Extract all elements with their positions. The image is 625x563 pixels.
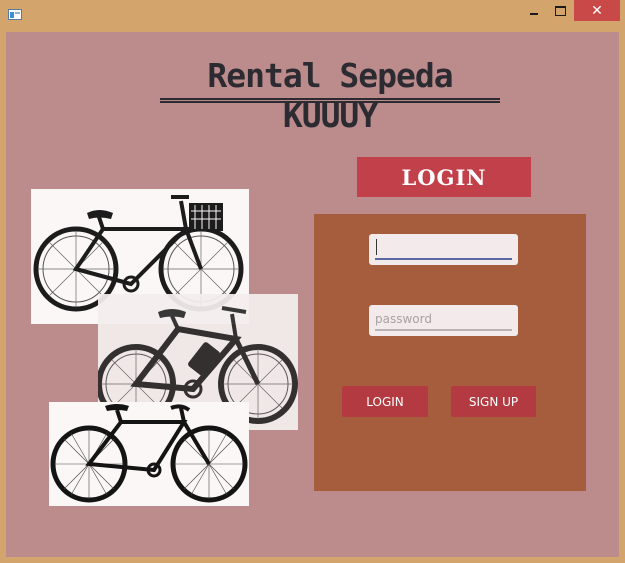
username-field[interactable] — [369, 234, 518, 265]
close-button[interactable]: ✕ — [574, 0, 620, 21]
maximize-button[interactable] — [547, 0, 574, 21]
bicycle-icon — [50, 404, 248, 503]
username-input[interactable] — [375, 237, 509, 258]
password-field[interactable] — [369, 305, 518, 336]
road-bike-photo — [49, 402, 249, 506]
text-cursor — [376, 239, 377, 255]
username-underline — [375, 258, 512, 260]
window-titlebar[interactable]: ✕ — [0, 0, 625, 26]
minimize-button[interactable] — [520, 0, 547, 21]
password-input[interactable] — [375, 308, 509, 329]
signup-button[interactable]: SIGN UP — [451, 386, 536, 417]
maximize-icon — [555, 5, 566, 16]
login-header: LOGIN — [357, 157, 531, 197]
title-underline — [160, 98, 500, 103]
minimize-icon — [529, 13, 538, 15]
app-icon — [8, 9, 22, 20]
login-button[interactable]: LOGIN — [342, 386, 428, 417]
password-underline — [375, 329, 512, 331]
close-icon: ✕ — [591, 2, 603, 19]
page-title: Rental Sepeda KUUUY — [207, 56, 453, 135]
main-content: Rental Sepeda KUUUY — [6, 32, 619, 557]
